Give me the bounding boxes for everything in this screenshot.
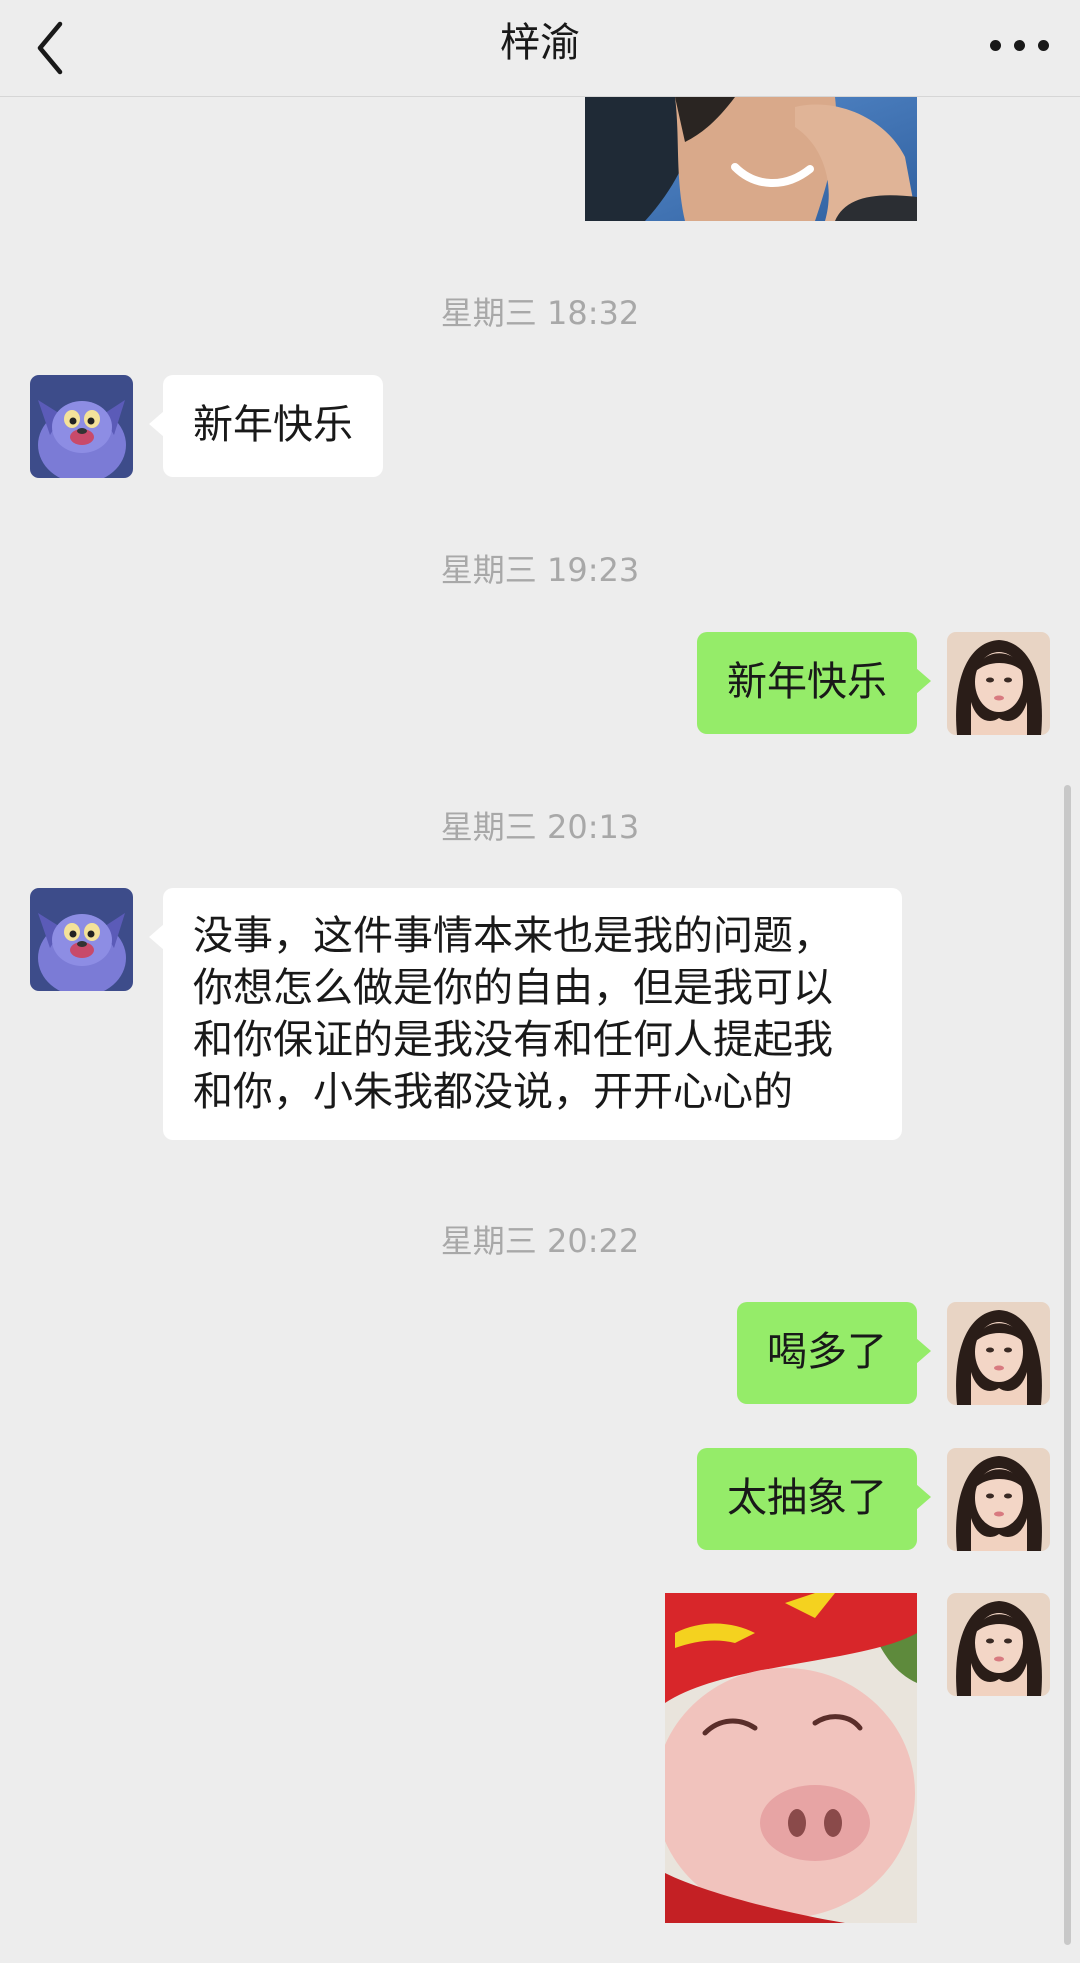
contact-avatar[interactable] bbox=[30, 888, 133, 991]
message-bubble-sent[interactable]: 喝多了 bbox=[737, 1302, 931, 1404]
sticker-message[interactable] bbox=[665, 1593, 917, 1923]
timestamp: 星期三 18:32 bbox=[440, 294, 640, 332]
my-avatar[interactable] bbox=[947, 1593, 1050, 1696]
message-bubble-received[interactable]: 新年快乐 bbox=[149, 375, 383, 477]
message-line: 没事，这件事情本来也是我的问题， bbox=[193, 913, 833, 959]
message-text: 喝多了 bbox=[767, 1329, 887, 1375]
photo-message[interactable] bbox=[585, 97, 917, 221]
my-avatar[interactable] bbox=[947, 1448, 1050, 1551]
message-line: 和你，小朱我都没说，开开心心的 bbox=[193, 1069, 793, 1115]
more-button[interactable] bbox=[986, 22, 1054, 66]
message-bubble-received[interactable]: 没事，这件事情本来也是我的问题， 你想怎么做是你的自由，但是我可以 和你保证的是… bbox=[149, 888, 902, 1140]
my-avatar[interactable] bbox=[947, 1302, 1050, 1405]
message-text: 新年快乐 bbox=[727, 659, 887, 705]
timestamp: 星期三 19:23 bbox=[440, 551, 640, 589]
message-text: 太抽象了 bbox=[727, 1475, 887, 1521]
chat-screen: 梓渝 星期三 18:32 新年快乐 星期三 19:23 新年快乐 星期三 20:… bbox=[0, 0, 1080, 1963]
scrollbar[interactable] bbox=[1064, 785, 1071, 1945]
message-bubble-sent[interactable]: 新年快乐 bbox=[697, 632, 931, 734]
message-bubble-sent[interactable]: 太抽象了 bbox=[697, 1448, 931, 1550]
timestamp: 星期三 20:13 bbox=[440, 808, 640, 846]
message-line: 和你保证的是我没有和任何人提起我 bbox=[193, 1017, 833, 1063]
back-button[interactable] bbox=[30, 16, 90, 80]
my-avatar[interactable] bbox=[947, 632, 1050, 735]
chevron-left-icon bbox=[37, 21, 63, 75]
message-line: 你想怎么做是你的自由，但是我可以 bbox=[193, 965, 833, 1011]
contact-avatar[interactable] bbox=[30, 375, 133, 478]
chat-header: 梓渝 bbox=[0, 0, 1080, 97]
timestamp: 星期三 20:22 bbox=[440, 1222, 640, 1260]
chat-title: 梓渝 bbox=[500, 20, 580, 66]
message-text: 新年快乐 bbox=[193, 402, 353, 448]
